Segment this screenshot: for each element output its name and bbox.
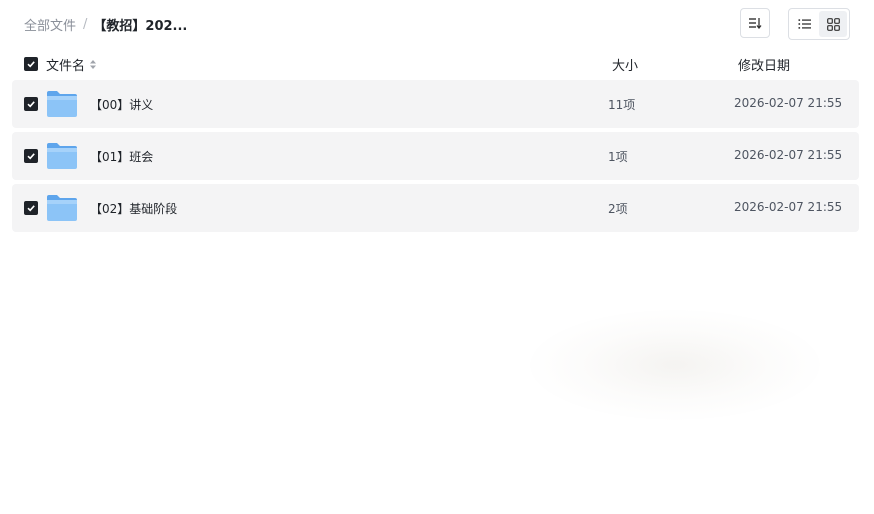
checkmark-icon: [27, 153, 35, 160]
breadcrumb: 全部文件 / 【教招】202...: [24, 14, 187, 34]
row-modified-date: 2026-02-07 21:55: [734, 200, 843, 214]
sort-button[interactable]: [740, 8, 770, 38]
row-modified-date: 2026-02-07 21:55: [734, 96, 843, 110]
sort-lines-icon: [749, 18, 762, 29]
table-row[interactable]: 【01】班会 1项 2026-02-07 21:55: [12, 132, 859, 180]
sort-toggle-icon[interactable]: [89, 59, 97, 70]
list-view-button[interactable]: [791, 11, 819, 37]
checkmark-icon: [27, 61, 35, 68]
breadcrumb-separator: /: [83, 16, 88, 32]
breadcrumb-root-link[interactable]: 全部文件: [24, 15, 76, 34]
table-header: 文件名 大小 修改日期: [24, 54, 854, 74]
column-header-date: 修改日期: [738, 59, 791, 74]
row-checkbox[interactable]: [24, 201, 38, 215]
row-file-name[interactable]: 【02】基础阶段: [90, 200, 177, 217]
list-view-icon: [798, 19, 811, 29]
row-checkbox[interactable]: [24, 149, 38, 163]
column-header-name-label: 文件名: [46, 59, 86, 74]
grid-view-button[interactable]: [819, 11, 847, 37]
row-modified-date: 2026-02-07 21:55: [734, 148, 843, 162]
folder-icon: [47, 195, 77, 221]
view-mode-toggle: [788, 8, 850, 40]
column-header-size: 大小: [612, 59, 639, 74]
checkmark-icon: [27, 101, 35, 108]
folder-icon: [47, 91, 77, 117]
folder-icon: [47, 143, 77, 169]
table-row[interactable]: 【00】讲义 11项 2026-02-07 21:55: [12, 80, 859, 128]
select-all-checkbox[interactable]: [24, 57, 38, 71]
column-header-name[interactable]: 文件名: [46, 55, 97, 74]
row-item-count: 2项: [608, 202, 628, 216]
row-file-name[interactable]: 【01】班会: [90, 148, 153, 165]
breadcrumb-current-folder: 【教招】202...: [93, 18, 188, 34]
row-checkbox[interactable]: [24, 97, 38, 111]
table-row[interactable]: 【02】基础阶段 2项 2026-02-07 21:55: [12, 184, 859, 232]
row-item-count: 11项: [608, 98, 636, 112]
checkmark-icon: [27, 205, 35, 212]
grid-view-icon: [826, 17, 840, 31]
row-file-name[interactable]: 【00】讲义: [90, 96, 153, 113]
row-item-count: 1项: [608, 150, 628, 164]
background-smudge: [530, 310, 820, 420]
